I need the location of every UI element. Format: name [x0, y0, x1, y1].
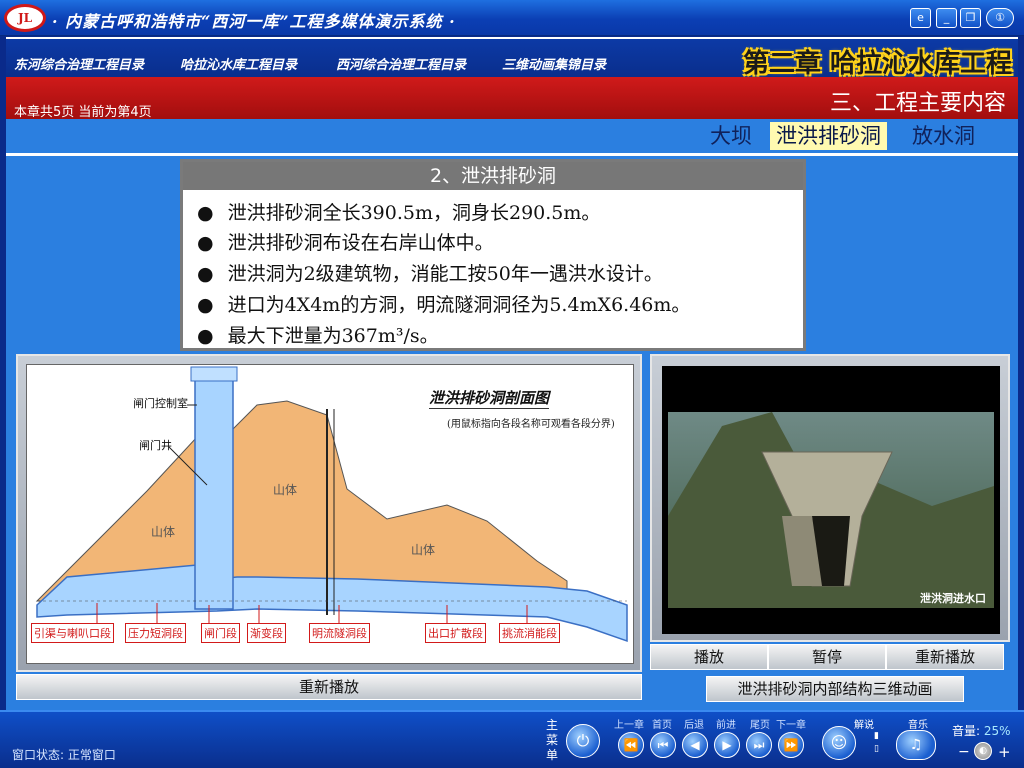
segment-pressure-tunnel[interactable]: 压力短洞段: [125, 623, 186, 643]
nav-label-home: 首页: [652, 720, 672, 731]
bullet-item: 进口为4X4m的方洞，明流隧洞洞径为5.4mX6.46m。: [197, 290, 691, 317]
volume-label: 音量: 25%: [952, 724, 1011, 738]
music-icon[interactable]: ♫: [896, 730, 936, 760]
mountain-label: 山体: [411, 543, 436, 557]
segment-outlet-diffusion[interactable]: 出口扩散段: [425, 623, 486, 643]
page-info: 本章共5页 当前为第4页: [14, 105, 152, 120]
cross-section-svg: [35, 366, 628, 643]
back-icon[interactable]: ◀: [682, 732, 708, 758]
bullet-item: 泄洪排砂洞布设在右岸山体中。: [197, 228, 494, 255]
title-bar: JL · 内蒙古呼和浩特市“西河一库”工程多媒体演示系统 · e _ ❐ ①: [0, 0, 1024, 36]
main-menu-label: 主菜单: [546, 718, 559, 762]
minimize-button[interactable]: _: [936, 8, 957, 28]
nav-label-next-chapter: 下一章: [776, 720, 806, 731]
video-caption: 泄洪洞进水口: [920, 592, 986, 605]
last-page-icon[interactable]: ⏭: [746, 732, 772, 758]
segment-intake[interactable]: 引渠与喇叭口段: [31, 623, 114, 643]
diagram-replay-button[interactable]: 重新播放: [16, 674, 642, 700]
replay-button[interactable]: 重新播放: [886, 644, 1004, 670]
volume-value: 25%: [983, 724, 1011, 738]
mountain-label: 山体: [273, 483, 298, 497]
segment-transition[interactable]: 渐变段: [247, 623, 286, 643]
nav-label-prev-chapter: 上一章: [614, 720, 644, 731]
bottom-bar: 窗口状态: 正常窗口 主菜单 ⏻ 上一章 首页 后退 前进 尾页 下一章 ⏪ ⏮…: [0, 710, 1024, 768]
menu-item-donghe[interactable]: 东河综合治理工程目录: [14, 54, 144, 73]
menu-bar: 东河综合治理工程目录 哈拉沁水库工程目录 西河综合治理工程目录 三维动画集锦目录…: [6, 37, 1018, 79]
segment-gate[interactable]: 闸门段: [201, 623, 240, 643]
video-controls: 播放 暂停 重新播放: [650, 644, 1010, 670]
volume-up-icon[interactable]: +: [998, 743, 1011, 761]
diagram-subtitle: (用鼠标指向各段名称可观看各段分界): [447, 419, 615, 430]
bullet-item: 泄洪洞为2级建筑物，消能工按50年一遇洪水设计。: [197, 259, 663, 286]
bullet-item: 泄洪排砂洞全长390.5m，洞身长290.5m。: [197, 198, 601, 225]
pause-button[interactable]: 暂停: [768, 644, 886, 670]
window-title: · 内蒙古呼和浩特市“西河一库”工程多媒体演示系统 ·: [52, 12, 456, 31]
callout-gate-well: 闸门井: [139, 439, 172, 452]
info-box: 2、泄洪排砂洞 泄洪排砂洞全长390.5m，洞身长290.5m。 泄洪排砂洞布设…: [180, 159, 806, 351]
explain-label: 解说: [854, 720, 874, 731]
volume-down-icon[interactable]: −: [958, 744, 970, 760]
subtabs: 大坝 泄洪排砂洞 放水洞: [6, 119, 1018, 153]
menu-item-halaqin[interactable]: 哈拉沁水库工程目录: [180, 54, 297, 73]
prev-chapter-icon[interactable]: ⏪: [618, 732, 644, 758]
volume-knob-icon[interactable]: ◐: [974, 742, 992, 760]
nav-label-forward: 前进: [716, 720, 736, 731]
close-button[interactable]: ①: [986, 8, 1014, 28]
diagram-panel: 闸门控制室 闸门井 泄洪排砂洞剖面图 (用鼠标指向各段名称可观看各段分界) 山体…: [16, 354, 642, 672]
bullet-item: 最大下泄量为367m³/s。: [197, 321, 439, 348]
info-box-title: 2、泄洪排砂洞: [183, 162, 803, 190]
page-header: 本章共5页 当前为第4页 三、工程主要内容: [6, 77, 1018, 120]
window-status: 窗口状态: 正常窗口: [12, 748, 116, 762]
explain-toggle-icon[interactable]: ▮ ▯: [874, 730, 884, 758]
next-chapter-icon[interactable]: ⏩: [778, 732, 804, 758]
music-label: 音乐: [908, 720, 928, 731]
gate-control-room: [190, 366, 238, 382]
nav-label-back: 后退: [684, 720, 704, 731]
tab-dam[interactable]: 大坝: [704, 122, 758, 150]
mountain-label: 山体: [151, 525, 176, 539]
callout-gate-control-room: 闸门控制室: [133, 397, 188, 410]
menu-item-3d-animation[interactable]: 三维动画集锦目录: [502, 54, 606, 73]
play-button[interactable]: 播放: [650, 644, 768, 670]
logo-icon: JL: [4, 4, 46, 32]
mountain-shape: [35, 400, 568, 602]
tab-spillway-tunnel[interactable]: 泄洪排砂洞: [770, 122, 887, 150]
main-menu-button[interactable]: ⏻: [566, 724, 600, 758]
diagram-title: 泄洪排砂洞剖面图: [429, 389, 550, 409]
narrator-icon[interactable]: ☺: [822, 726, 856, 760]
forward-icon[interactable]: ▶: [714, 732, 740, 758]
video-player[interactable]: 泄洪洞进水口: [662, 366, 1000, 634]
first-page-icon[interactable]: ⏮: [650, 732, 676, 758]
chapter-title: 第二章 哈拉沁水库工程: [742, 49, 1012, 79]
segment-ski-jump[interactable]: 挑流消能段: [499, 623, 560, 643]
video-panel: 泄洪洞进水口: [650, 354, 1010, 642]
cross-section-diagram: 闸门控制室 闸门井 泄洪排砂洞剖面图 (用鼠标指向各段名称可观看各段分界) 山体…: [26, 364, 634, 664]
nav-label-last: 尾页: [750, 720, 770, 731]
3d-animation-button[interactable]: 泄洪排砂洞内部结构三维动画: [706, 676, 964, 702]
ie-icon[interactable]: e: [910, 8, 931, 28]
gate-shaft: [194, 370, 234, 610]
content-area: 2、泄洪排砂洞 泄洪排砂洞全长390.5m，洞身长290.5m。 泄洪排砂洞布设…: [6, 153, 1018, 710]
segment-open-flow-tunnel[interactable]: 明流隧洞段: [309, 623, 370, 643]
tab-outlet-tunnel[interactable]: 放水洞: [906, 122, 981, 150]
menu-item-xihe[interactable]: 西河综合治理工程目录: [336, 54, 466, 73]
restore-button[interactable]: ❐: [960, 8, 981, 28]
section-title: 三、工程主要内容: [829, 91, 1006, 116]
